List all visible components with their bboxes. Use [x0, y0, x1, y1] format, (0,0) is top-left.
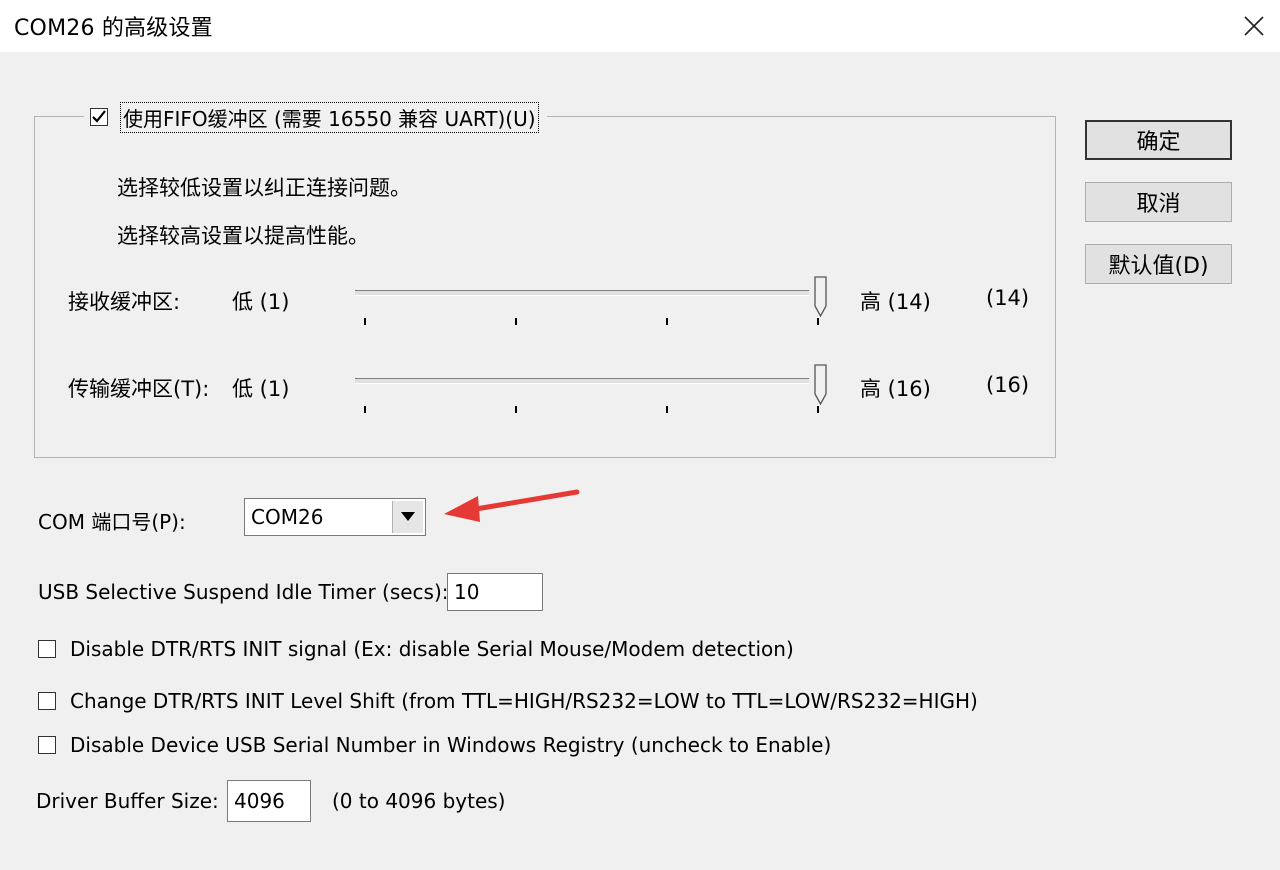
transmit-slider-thumb[interactable] — [813, 364, 829, 408]
close-button[interactable] — [1228, 0, 1280, 52]
option-row-level-shift[interactable]: Change DTR/RTS INIT Level Shift (from TT… — [38, 689, 978, 713]
cancel-button[interactable]: 取消 — [1085, 182, 1232, 222]
window-title: COM26 的高级设置 — [14, 16, 213, 41]
level-shift-label[interactable]: Change DTR/RTS INIT Level Shift (from TT… — [70, 689, 978, 713]
checkmark-icon — [92, 110, 106, 123]
level-shift-checkbox[interactable] — [38, 692, 56, 710]
transmit-buffer-label: 传输缓冲区(T): — [68, 377, 210, 401]
option-row-serial-number[interactable]: Disable Device USB Serial Number in Wind… — [38, 733, 831, 757]
transmit-tick — [515, 406, 517, 413]
disable-dtr-checkbox[interactable] — [38, 640, 56, 658]
ok-button[interactable]: 确定 — [1085, 120, 1232, 160]
red-arrow-annotation — [444, 489, 580, 522]
fifo-label[interactable]: 使用FIFO缓冲区 (需要 16550 兼容 UART)(U) — [120, 101, 539, 133]
close-icon — [1244, 16, 1264, 36]
usb-suspend-input[interactable]: 10 — [447, 573, 543, 611]
receive-tick — [515, 318, 517, 325]
hint-high-text: 选择较高设置以提高性能。 — [117, 224, 369, 248]
com-port-select[interactable]: COM26 — [244, 498, 426, 536]
driver-buffer-label: Driver Buffer Size: — [36, 789, 219, 813]
transmit-low-label: 低 (1) — [232, 377, 290, 401]
option-row-disable-dtr[interactable]: Disable DTR/RTS INIT signal (Ex: disable… — [38, 637, 794, 661]
com-port-label: COM 端口号(P): — [38, 510, 186, 534]
driver-buffer-input[interactable]: 4096 — [227, 780, 311, 822]
receive-slider-thumb[interactable] — [813, 276, 829, 320]
receive-slider-track — [355, 290, 809, 296]
fifo-legend: 使用FIFO缓冲区 (需要 16550 兼容 UART)(U) — [84, 100, 547, 134]
receive-low-label: 低 (1) — [232, 290, 290, 314]
receive-tick — [364, 318, 366, 325]
driver-buffer-range: (0 to 4096 bytes) — [332, 789, 506, 813]
receive-high-label: 高 (14) — [860, 290, 931, 314]
dropdown-button[interactable] — [392, 501, 423, 533]
transmit-high-label: 高 (16) — [860, 377, 931, 401]
receive-buffer-label: 接收缓冲区: — [68, 290, 181, 314]
receive-value: (14) — [986, 286, 1030, 310]
transmit-value: (16) — [986, 373, 1030, 397]
transmit-slider-track — [355, 378, 809, 384]
fifo-checkbox[interactable] — [90, 108, 108, 126]
chevron-down-icon — [401, 512, 415, 521]
receive-tick — [666, 318, 668, 325]
serial-number-label[interactable]: Disable Device USB Serial Number in Wind… — [70, 733, 831, 757]
defaults-button[interactable]: 默认值(D) — [1085, 244, 1232, 284]
serial-number-checkbox[interactable] — [38, 736, 56, 754]
disable-dtr-label[interactable]: Disable DTR/RTS INIT signal (Ex: disable… — [70, 637, 794, 661]
transmit-tick — [364, 406, 366, 413]
com-port-value: COM26 — [251, 505, 324, 529]
transmit-tick — [666, 406, 668, 413]
usb-suspend-label: USB Selective Suspend Idle Timer (secs): — [38, 580, 449, 604]
hint-low-text: 选择较低设置以纠正连接问题。 — [117, 176, 411, 200]
title-bar: COM26 的高级设置 — [0, 0, 1280, 52]
